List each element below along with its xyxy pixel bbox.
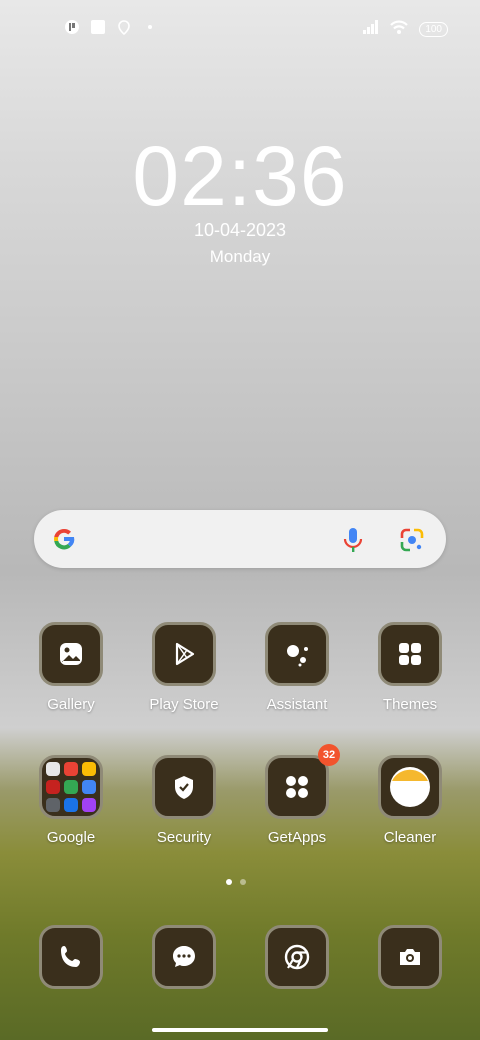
clock-date: 10-04-2023 — [193, 220, 287, 240]
phone-icon — [39, 925, 103, 989]
app-label: Cleaner — [383, 829, 437, 846]
app-themes[interactable]: Themes — [360, 622, 460, 713]
clock-day: Monday — [209, 247, 271, 266]
signal-icon — [363, 20, 379, 39]
status-bar: 100 — [0, 0, 480, 56]
photos-mini-icon — [82, 798, 96, 812]
duo-mini-icon — [64, 798, 78, 812]
google-lens-icon[interactable] — [398, 526, 426, 559]
cleaner-icon — [378, 755, 442, 819]
clock-time[interactable]: 02:36 — [0, 128, 480, 225]
notification-badge: 32 — [318, 744, 340, 766]
themes-icon — [378, 622, 442, 686]
app-cleaner[interactable]: Cleaner — [360, 755, 460, 846]
microphone-icon[interactable] — [340, 526, 366, 559]
camera-icon — [378, 925, 442, 989]
status-right: 100 — [363, 19, 448, 40]
app-label: GetApps — [267, 829, 327, 846]
dock-camera[interactable] — [360, 925, 460, 989]
dock-chrome[interactable] — [247, 925, 347, 989]
drive-mini-icon — [82, 780, 96, 794]
youtube-mini-icon — [46, 780, 60, 794]
gmail-mini-icon — [64, 762, 78, 776]
page-dot — [240, 879, 246, 885]
security-shield-icon — [152, 755, 216, 819]
messages-icon — [152, 925, 216, 989]
small-dot-icon — [142, 19, 158, 35]
page-indicator — [226, 879, 246, 885]
battery-indicator: 100 — [419, 22, 448, 37]
app-label: Gallery — [47, 696, 95, 713]
chrome-mini-icon — [82, 762, 96, 776]
wifi-icon — [389, 19, 409, 40]
app-security[interactable]: Security — [134, 755, 234, 846]
assistant-icon — [265, 622, 329, 686]
dock-messages[interactable] — [134, 925, 234, 989]
app-assistant[interactable]: Assistant — [247, 622, 347, 713]
google-mini-icon — [46, 762, 60, 776]
app-play-store[interactable]: Play Store — [134, 622, 234, 713]
folder-icon — [39, 755, 103, 819]
app-label: Play Store — [149, 696, 219, 713]
app-label: Assistant — [266, 696, 328, 713]
play-store-icon — [152, 622, 216, 686]
gallery-icon — [39, 622, 103, 686]
notification-app-icon — [64, 19, 80, 35]
app-label: Google — [46, 829, 96, 846]
page-dot-active — [226, 879, 232, 885]
app-label: Security — [156, 829, 212, 846]
dock-phone[interactable] — [21, 925, 121, 989]
location-pin-icon — [116, 19, 132, 35]
status-left — [64, 19, 158, 35]
meet-mini-icon — [46, 798, 60, 812]
google-g-icon — [50, 525, 78, 558]
app-gallery[interactable]: Gallery — [21, 622, 121, 713]
getapps-icon: 32 — [265, 744, 340, 819]
app-label: Themes — [382, 696, 438, 713]
square-notification-icon — [90, 19, 106, 35]
chrome-icon — [265, 925, 329, 989]
google-search-bar[interactable] — [34, 510, 446, 568]
folder-google[interactable]: Google — [21, 755, 121, 846]
gesture-home-bar[interactable] — [152, 1028, 328, 1032]
app-getapps[interactable]: 32 GetApps — [247, 744, 347, 846]
maps-mini-icon — [64, 780, 78, 794]
